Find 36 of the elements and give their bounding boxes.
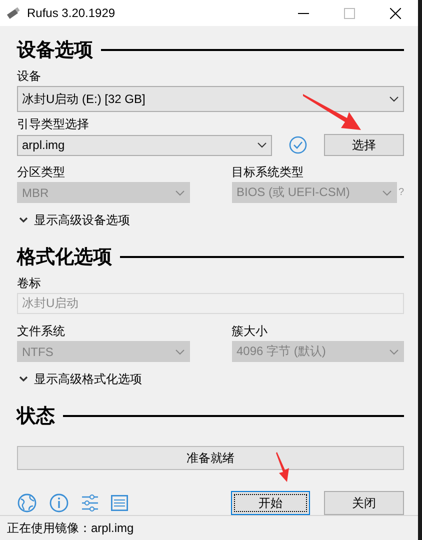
status-bar-text: 正在使用镜像：arpl.img: [0, 515, 418, 540]
window-title: Rufus 3.20.1929: [27, 6, 116, 20]
start-button[interactable]: 开始: [231, 491, 310, 515]
expander-link[interactable]: 显示高级设备选项: [34, 212, 130, 228]
chevron-down-icon: [389, 348, 399, 354]
annotation-arrow: [303, 92, 363, 132]
section-heading: 格式化选项: [17, 246, 112, 270]
section-heading: 设备选项: [17, 39, 93, 63]
field-label: 引导类型选择: [17, 116, 90, 132]
section-heading: 状态: [17, 404, 55, 429]
maximize-icon: [344, 8, 354, 18]
field-label: 目标系统类型: [232, 164, 304, 180]
globe-icon[interactable]: [17, 493, 37, 513]
close-dialog-button[interactable]: 关闭: [324, 491, 404, 515]
close-icon: [390, 8, 400, 18]
settings-sliders-icon[interactable]: [81, 494, 99, 512]
usb-drive-icon: [6, 6, 20, 20]
log-icon[interactable]: [111, 495, 128, 511]
minimize-icon: [298, 12, 308, 14]
chevron-down-icon[interactable]: [19, 217, 28, 223]
field-label: 文件系统: [17, 323, 66, 339]
chevron-down-icon: [174, 190, 184, 196]
chevron-down-icon[interactable]: [19, 376, 28, 382]
chevron-down-icon: [174, 348, 184, 354]
chevron-down-icon: [389, 96, 399, 102]
field-label: 分区类型: [17, 164, 66, 180]
field-label: 簇大小: [232, 323, 268, 339]
chevron-down-icon: [382, 190, 392, 196]
select-button[interactable]: 选择: [324, 134, 404, 156]
info-icon[interactable]: [49, 493, 69, 513]
dropdown[interactable]: 冰封U启动 (E:) [32 GB]: [17, 86, 404, 112]
dropdown[interactable]: arpl.img: [17, 134, 272, 156]
field-label: 卷标: [17, 275, 42, 291]
chevron-down-icon: [257, 142, 268, 148]
field-label: 设备: [17, 68, 42, 84]
expander-link[interactable]: 显示高级格式化选项: [34, 370, 142, 388]
